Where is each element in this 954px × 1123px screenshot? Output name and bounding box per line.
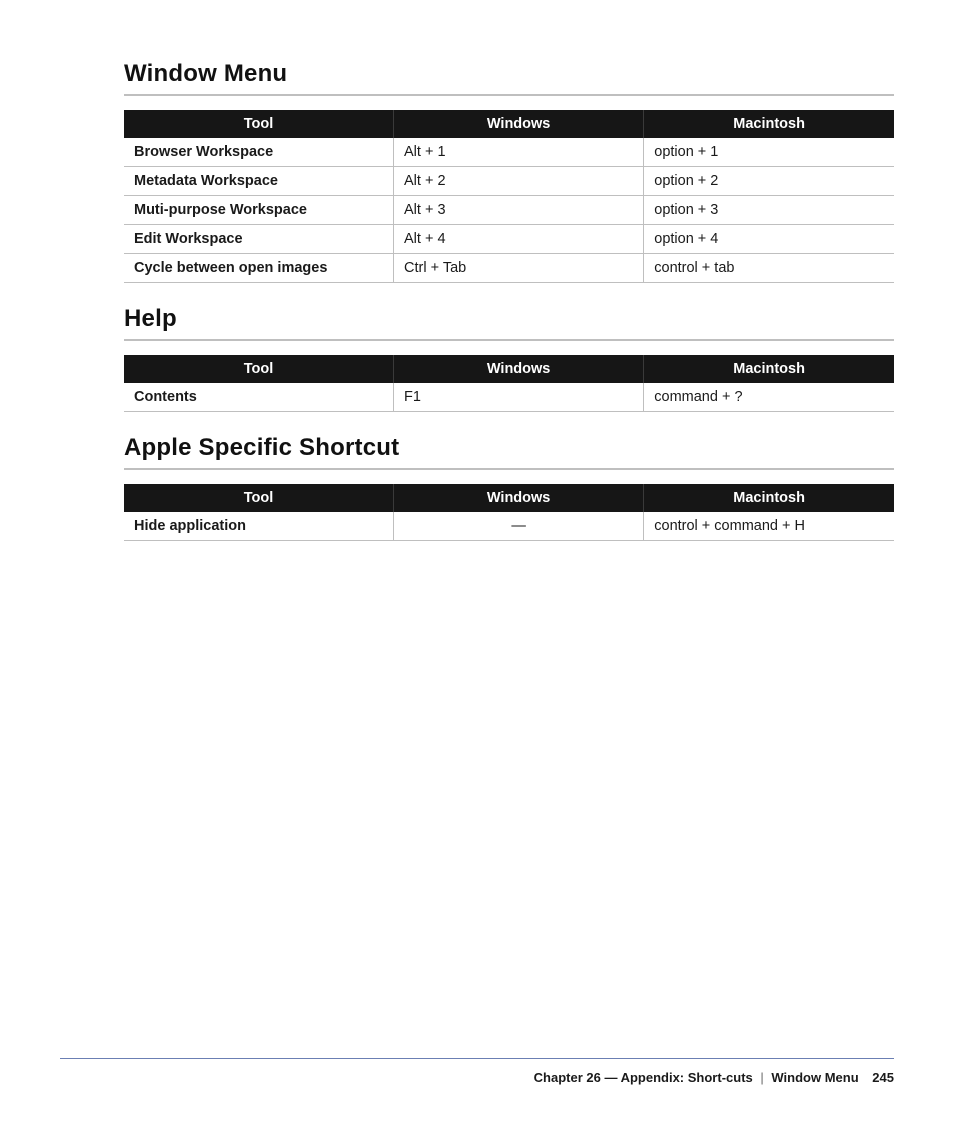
cell-mac: option + 4 [644,225,894,254]
cell-windows: F1 [394,383,644,412]
cell-tool: Muti-purpose Workspace [124,196,394,225]
footer-separator: | [756,1070,767,1085]
section-help: Help Tool Windows Macintosh Contents F1 … [124,305,894,412]
section-rule [124,94,894,96]
table-header-row: Tool Windows Macintosh [124,110,894,138]
cell-tool: Contents [124,383,394,412]
footer-subsection: Window Menu [771,1070,858,1085]
cell-tool: Browser Workspace [124,138,394,167]
shortcut-table: Tool Windows Macintosh Browser Workspace… [124,110,894,283]
shortcut-table: Tool Windows Macintosh Contents F1 comma… [124,355,894,412]
section-apple-specific: Apple Specific Shortcut Tool Windows Mac… [124,434,894,541]
table-row: Browser Workspace Alt + 1 option + 1 [124,138,894,167]
col-header-macintosh: Macintosh [644,484,894,512]
cell-windows: Alt + 3 [394,196,644,225]
cell-mac: option + 3 [644,196,894,225]
col-header-macintosh: Macintosh [644,355,894,383]
section-window-menu: Window Menu Tool Windows Macintosh Brows… [124,60,894,283]
section-heading: Apple Specific Shortcut [124,434,894,462]
cell-tool: Cycle between open images [124,254,394,283]
col-header-tool: Tool [124,484,394,512]
col-header-windows: Windows [394,484,644,512]
cell-windows: Alt + 2 [394,167,644,196]
cell-mac: option + 2 [644,167,894,196]
col-header-tool: Tool [124,110,394,138]
section-rule [124,468,894,470]
table-row: Muti-purpose Workspace Alt + 3 option + … [124,196,894,225]
col-header-macintosh: Macintosh [644,110,894,138]
cell-mac: control + command + H [644,512,894,541]
cell-tool: Metadata Workspace [124,167,394,196]
cell-tool: Hide application [124,512,394,541]
cell-windows: — [394,512,644,541]
cell-windows: Alt + 1 [394,138,644,167]
footer-rule [60,1058,894,1059]
table-header-row: Tool Windows Macintosh [124,355,894,383]
col-header-windows: Windows [394,355,644,383]
table-header-row: Tool Windows Macintosh [124,484,894,512]
col-header-windows: Windows [394,110,644,138]
shortcut-table: Tool Windows Macintosh Hide application … [124,484,894,541]
table-row: Cycle between open images Ctrl + Tab con… [124,254,894,283]
cell-mac: command + ? [644,383,894,412]
table-row: Hide application — control + command + H [124,512,894,541]
cell-mac: control + tab [644,254,894,283]
cell-windows: Alt + 4 [394,225,644,254]
table-row: Contents F1 command + ? [124,383,894,412]
table-row: Metadata Workspace Alt + 2 option + 2 [124,167,894,196]
col-header-tool: Tool [124,355,394,383]
section-rule [124,339,894,341]
footer-chapter: Chapter 26 — Appendix: Short-cuts [534,1070,753,1085]
cell-mac: option + 1 [644,138,894,167]
table-row: Edit Workspace Alt + 4 option + 4 [124,225,894,254]
page-footer: Chapter 26 — Appendix: Short-cuts | Wind… [534,1070,894,1085]
cell-windows: Ctrl + Tab [394,254,644,283]
section-heading: Window Menu [124,60,894,88]
footer-page-number: 245 [862,1070,894,1085]
document-page: Window Menu Tool Windows Macintosh Brows… [0,0,954,1123]
section-heading: Help [124,305,894,333]
cell-tool: Edit Workspace [124,225,394,254]
